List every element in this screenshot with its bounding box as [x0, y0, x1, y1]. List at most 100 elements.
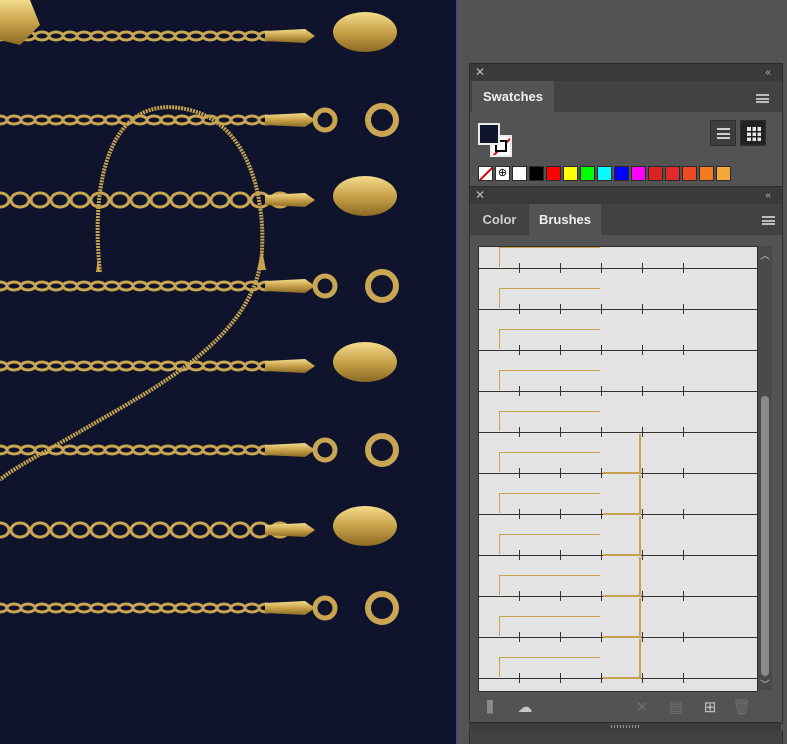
none-swatch[interactable]: [478, 166, 493, 181]
chain-link: [19, 602, 37, 614]
color-swatch[interactable]: [699, 166, 714, 181]
collapse-icon[interactable]: ‹‹: [765, 191, 771, 201]
chain-link: [5, 602, 23, 614]
color-swatch[interactable]: [716, 166, 731, 181]
chain-link: [49, 521, 71, 539]
chain-link: [201, 444, 219, 456]
chain-link: [187, 30, 205, 42]
chain-link: [243, 114, 261, 126]
scroll-down-icon[interactable]: ﹀: [760, 676, 770, 691]
brush-preview-stroke: [499, 370, 600, 371]
color-swatch[interactable]: [665, 166, 680, 181]
chain-link: [103, 114, 121, 126]
chain-link: [89, 602, 107, 614]
chain-link: [47, 602, 65, 614]
chain-link: [33, 30, 51, 42]
close-icon[interactable]: ✕: [475, 189, 485, 201]
brushes-footer: ⫼ ☁ ✕ ▤ ⊞ 🗑: [470, 693, 782, 723]
brush-row[interactable]: [479, 434, 757, 483]
chain-link: [0, 191, 11, 209]
panel-menu-icon[interactable]: [756, 94, 769, 103]
chain-link: [131, 602, 149, 614]
collapse-icon[interactable]: ‹‹: [765, 68, 771, 78]
chain-link: [131, 360, 149, 372]
chain-link: [169, 191, 191, 209]
chain-link: [189, 521, 211, 539]
brush-list[interactable]: [478, 246, 758, 692]
chain-link: [229, 280, 247, 292]
color-swatch[interactable]: [682, 166, 697, 181]
chain-link: [47, 30, 65, 42]
chain-link: [215, 30, 233, 42]
close-icon[interactable]: ✕: [475, 66, 485, 78]
color-swatch[interactable]: [512, 166, 527, 181]
chain-link: [173, 280, 191, 292]
brush-row[interactable]: [479, 360, 757, 401]
chain-link: [243, 30, 261, 42]
chain-link: [159, 360, 177, 372]
list-view-button[interactable]: [710, 120, 736, 146]
brush-preview-stroke: [499, 247, 600, 248]
color-swatch[interactable]: [648, 166, 663, 181]
brush-list-scrollbar[interactable]: ︿ ﹀: [758, 246, 772, 691]
chain-link: [149, 521, 171, 539]
jump-ring: [312, 595, 338, 621]
chain-link: [75, 114, 93, 126]
tab-brushes[interactable]: Brushes: [529, 204, 601, 235]
brush-row[interactable]: [479, 639, 757, 688]
thumbnail-view-button[interactable]: [740, 120, 766, 146]
tab-swatches[interactable]: Swatches: [472, 81, 554, 112]
chain-end-cap: [265, 443, 315, 457]
chain-link: [61, 30, 79, 42]
next-panel-area: [469, 731, 783, 744]
brush-row[interactable]: [479, 516, 757, 565]
lobster-clasp: [333, 342, 397, 382]
color-swatch[interactable]: [597, 166, 612, 181]
chain-link: [145, 280, 163, 292]
dock-resize-handle[interactable]: [469, 722, 781, 731]
chain-link: [47, 360, 65, 372]
chain-link: [69, 521, 91, 539]
tab-color[interactable]: Color: [472, 204, 527, 235]
color-swatch[interactable]: [631, 166, 646, 181]
options-of-selected-object-icon[interactable]: ▤: [666, 700, 686, 716]
delete-brush-icon[interactable]: 🗑: [732, 700, 752, 716]
brush-libraries-menu-icon[interactable]: ⫼: [480, 700, 500, 716]
chain-link: [89, 280, 107, 292]
scroll-up-icon[interactable]: ︿: [760, 247, 770, 262]
brush-row[interactable]: [479, 319, 757, 360]
brush-row[interactable]: [479, 401, 757, 442]
color-swatch[interactable]: [614, 166, 629, 181]
chain-link: [109, 521, 131, 539]
chain-link: [61, 360, 79, 372]
chain-link: [229, 191, 251, 209]
brush-preview-stroke: [499, 657, 600, 658]
brush-row[interactable]: [479, 598, 757, 647]
scrollbar-thumb[interactable]: [761, 396, 769, 676]
chain-link: [145, 444, 163, 456]
color-swatch[interactable]: [529, 166, 544, 181]
chain-end-cap: [265, 523, 315, 537]
color-swatch[interactable]: [580, 166, 595, 181]
chain-link: [75, 280, 93, 292]
fill-color-swatch[interactable]: [478, 123, 500, 145]
color-swatch[interactable]: [563, 166, 578, 181]
registration-swatch[interactable]: ⊕: [495, 166, 510, 181]
brush-row[interactable]: [479, 475, 757, 524]
chain-link: [159, 280, 177, 292]
brush-row[interactable]: [479, 278, 757, 319]
chain-link: [75, 602, 93, 614]
panel-menu-icon[interactable]: [762, 216, 775, 225]
libraries-panel-icon[interactable]: ☁: [515, 700, 535, 716]
jump-ring: [312, 107, 338, 133]
brush-row[interactable]: [479, 557, 757, 606]
chain-link: [19, 280, 37, 292]
brush-row[interactable]: [479, 247, 757, 278]
chain-link: [5, 360, 23, 372]
artboard-canvas[interactable]: [0, 0, 457, 744]
new-brush-icon[interactable]: ⊞: [700, 700, 720, 716]
color-swatch[interactable]: [546, 166, 561, 181]
swatches-body: ⊕: [470, 112, 782, 188]
remove-brush-stroke-icon[interactable]: ✕: [632, 700, 652, 716]
chain-link: [229, 114, 247, 126]
